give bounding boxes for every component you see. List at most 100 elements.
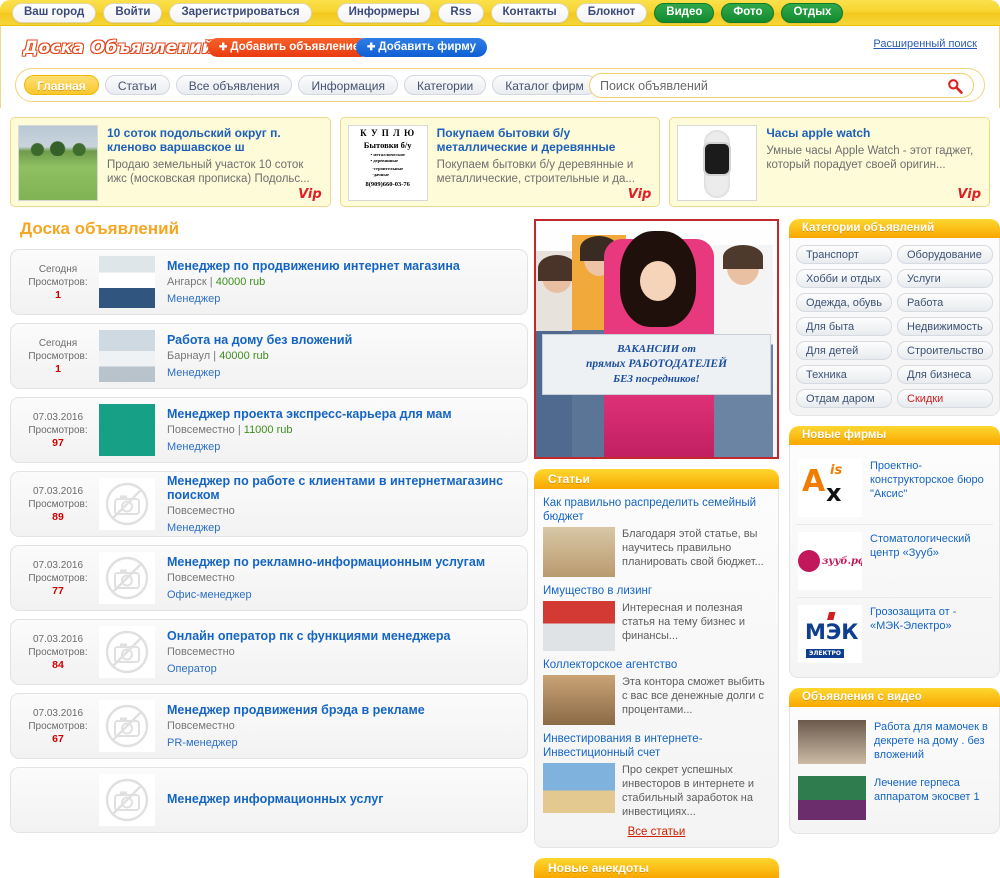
firm-item[interactable]: МЭК ЭЛЕКТРО Грозозащита от - «МЭК-Электро»	[796, 598, 993, 670]
topbar-item-7[interactable]: Видео	[654, 2, 715, 23]
promo-banner[interactable]: ВАКАНСИИ от прямых РАБОТОДАТЕЛЕЙ БЕЗ пос…	[534, 219, 779, 459]
category-button[interactable]: Отдам даром	[796, 389, 892, 408]
listing-category[interactable]: Менеджер	[167, 367, 521, 379]
article-title[interactable]: Как правильно распределить семейный бюдж…	[543, 496, 770, 524]
listing-title[interactable]: Менеджер проекта экспресс-карьера для ма…	[167, 407, 521, 421]
category-button[interactable]: Одежда, обувь	[796, 293, 892, 312]
category-button[interactable]: Недвижимость	[897, 317, 993, 336]
topbar-item-2[interactable]: Зарегистрироваться	[169, 2, 312, 23]
vip-thumbnail: К У П Л Ю Бытовки б/у • металлические • дер…	[347, 125, 428, 201]
listing-row[interactable]: 07.03.2016 Просмотров: 97 Менеджер проекта …	[10, 397, 528, 463]
listing-category[interactable]: Менеджер	[167, 522, 521, 534]
category-button[interactable]: Услуги	[897, 269, 993, 288]
article-item[interactable]: Коллекторское агентство Эта контора сможе…	[543, 658, 770, 725]
vip-card[interactable]: 10 соток подольский округ п. кленово вар…	[10, 117, 331, 207]
topbar-item-5[interactable]: Контакты	[490, 2, 569, 23]
listing-category[interactable]: Офис-менеджер	[167, 589, 521, 601]
categories-grid: Транспорт Оборудование Хобби и отдых Услуги…	[796, 245, 993, 408]
video-ad-item[interactable]: Работа для мамочек в декрете на дому . б…	[796, 714, 993, 770]
video-ad-item[interactable]: Лечение герпеса аппаратом экосвет 1	[796, 770, 993, 826]
article-title[interactable]: Имущество в лизинг	[543, 584, 770, 598]
topbar-item-6[interactable]: Блокнот	[575, 2, 648, 23]
firm-logo: МЭК ЭЛЕКТРО	[798, 605, 862, 663]
tab-1[interactable]: Статьи	[104, 75, 170, 95]
firm-item[interactable]: зууб.рфСтоматологический центр «Зууб»	[796, 525, 993, 598]
listing-title[interactable]: Работа на дому без вложений	[167, 333, 521, 347]
vip-title[interactable]: Часы apple watch	[766, 126, 982, 140]
tab-5[interactable]: Каталог фирм	[492, 75, 597, 95]
listing-category[interactable]: PR-менеджер	[167, 737, 521, 749]
tab-0[interactable]: Главная	[24, 75, 99, 95]
articles-heading: Статьи	[534, 469, 779, 489]
category-button[interactable]: Техника	[796, 365, 892, 384]
topbar-item-0[interactable]: Ваш город	[12, 2, 97, 23]
listing-title[interactable]: Менеджер по работе с клиентами в интерне…	[167, 474, 521, 502]
category-button[interactable]: Для детей	[796, 341, 892, 360]
firm-item[interactable]: Ais x Проектно-конструкторское бюро "Аксис…	[796, 452, 993, 525]
search-input[interactable]	[600, 78, 947, 93]
video-ad-title[interactable]: Работа для мамочек в декрете на дому . б…	[874, 720, 991, 764]
listing-date: 07.03.2016	[32, 559, 84, 571]
listing-category[interactable]: Менеджер	[167, 293, 521, 305]
category-button[interactable]: Для быта	[796, 317, 892, 336]
page-root: Ваш город Войти Зарегистрироваться Информер…	[0, 0, 1000, 878]
listing-price: 40000 rub	[215, 276, 266, 288]
listings-list: Сегодня Просмотров: 1 Менеджер по продвижен…	[10, 249, 528, 833]
firm-name[interactable]: Стоматологический центр «Зууб»	[870, 532, 991, 590]
jokes-panel: Новые анекдоты	[534, 858, 779, 878]
add-firm-button[interactable]: ✚ Добавить фирму	[356, 38, 488, 57]
listing-title[interactable]: Менеджер информационных услуг	[167, 792, 521, 806]
search-icon[interactable]	[947, 78, 963, 94]
all-articles-link[interactable]: Все статьи	[543, 826, 770, 838]
listing-row[interactable]: 07.03.2016 Просмотров: 89 Менеджер по работ…	[10, 471, 528, 537]
listing-title[interactable]: Менеджер по рекламно-информационным услу…	[167, 555, 521, 569]
category-button[interactable]: Строительство	[897, 341, 993, 360]
vip-card[interactable]: К У П Л Ю Бытовки б/у • металлические • дер…	[339, 117, 661, 207]
category-button[interactable]: Транспорт	[796, 245, 892, 264]
topbar-item-1[interactable]: Войти	[103, 2, 163, 23]
topbar-item-9[interactable]: Отдых	[781, 2, 844, 23]
listing-title[interactable]: Менеджер по продвижению интернет магазин…	[167, 259, 521, 273]
topbar-item-3[interactable]: Информеры	[336, 2, 432, 23]
category-button[interactable]: Оборудование	[897, 245, 993, 264]
article-item[interactable]: Инвестирования в интернете- Инвестиционн…	[543, 732, 770, 819]
listing-row[interactable]: 07.03.2016 Просмотров: 84 Онлайн оператор п…	[10, 619, 528, 685]
firm-name[interactable]: Проектно-конструкторское бюро "Аксис"	[870, 459, 991, 517]
listing-meta: 07.03.2016 Просмотров: 97	[17, 411, 99, 450]
listing-row[interactable]: 07.03.2016 Просмотров: 67 Менеджер продвиже…	[10, 693, 528, 759]
article-title[interactable]: Инвестирования в интернете- Инвестиционн…	[543, 732, 770, 760]
add-ad-button[interactable]: ✚ Добавить объявление	[208, 38, 371, 57]
vip-title[interactable]: Покупаем бытовки б/у металлические и дер…	[437, 126, 653, 154]
topbar-item-4[interactable]: Rss	[438, 2, 484, 23]
listing-thumbnail	[99, 404, 155, 456]
listing-category[interactable]: Оператор	[167, 663, 521, 675]
vip-card[interactable]: Часы apple watch Умные часы Apple Watch -…	[669, 117, 991, 207]
category-button[interactable]: Работа	[897, 293, 993, 312]
listing-row[interactable]: Сегодня Просмотров: 1 Работа на дому без вл…	[10, 323, 528, 389]
article-title[interactable]: Коллекторское агентство	[543, 658, 770, 672]
right-sidebar: Категории объявлений Транспорт Оборудован…	[789, 219, 1000, 878]
tab-4[interactable]: Категории	[403, 75, 487, 95]
listing-row[interactable]: Сегодня Просмотров: 1 Менеджер по продвижен…	[10, 249, 528, 315]
zuub-logo-icon: зууб.рф	[798, 532, 862, 590]
category-button[interactable]: Для бизнеса	[897, 365, 993, 384]
listing-title[interactable]: Менеджер продвижения брэда в рекламе	[167, 703, 521, 717]
vip-thumbnail	[677, 125, 758, 201]
listing-row[interactable]: 07.03.2016 Просмотров: 77 Менеджер по рекла…	[10, 545, 528, 611]
article-item[interactable]: Имущество в лизинг Интересная и полезная …	[543, 584, 770, 651]
listing-title[interactable]: Онлайн оператор пк с функциями менеджера	[167, 629, 521, 643]
video-ad-title[interactable]: Лечение герпеса аппаратом экосвет 1	[874, 776, 991, 820]
vip-title[interactable]: 10 соток подольский округ п. кленово вар…	[107, 126, 323, 154]
listing-city: Ангарск	[167, 276, 207, 288]
article-item[interactable]: Как правильно распределить семейный бюдж…	[543, 496, 770, 577]
tab-3[interactable]: Информация	[298, 75, 398, 95]
category-button[interactable]: Скидки	[897, 389, 993, 408]
firm-name[interactable]: Грозозащита от - «МЭК-Электро»	[870, 605, 991, 663]
tab-2[interactable]: Все объявления	[175, 75, 293, 95]
listing-category[interactable]: Менеджер	[167, 441, 521, 453]
listing-row[interactable]: Менеджер информационных услуг	[10, 767, 528, 833]
advanced-search-link[interactable]: Расширенный поиск	[873, 38, 977, 50]
topbar-item-8[interactable]: Фото	[721, 2, 775, 23]
category-button[interactable]: Хобби и отдых	[796, 269, 892, 288]
vip-description: Умные часы Apple Watch - этот гаджет, ко…	[766, 145, 974, 171]
